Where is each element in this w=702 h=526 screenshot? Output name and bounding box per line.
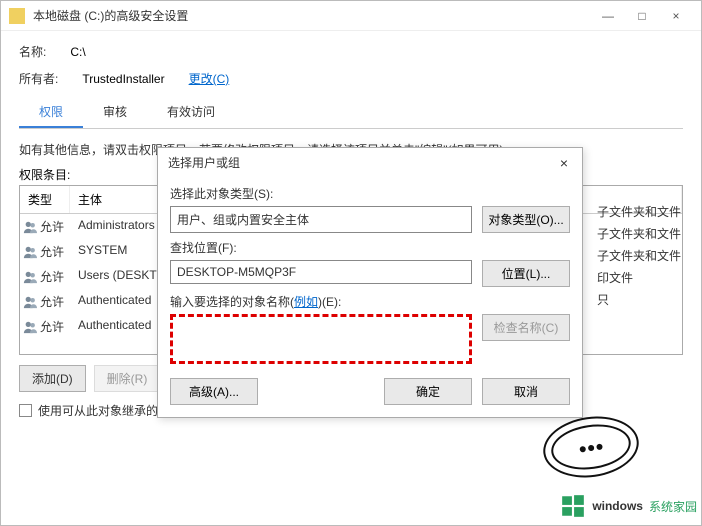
location-button[interactable]: 位置(L)... — [482, 260, 570, 287]
col-type[interactable]: 类型 — [20, 186, 70, 213]
examples-link[interactable]: 例如 — [294, 295, 318, 309]
peek-row: 子文件夹和文件 — [597, 245, 681, 267]
close-button[interactable]: × — [659, 2, 693, 30]
remove-button: 删除(R) — [94, 365, 161, 392]
enter-label-pre: 输入要选择的对象名称( — [170, 295, 294, 309]
users-icon — [23, 270, 37, 284]
peek-row: 子文件夹和文件 — [597, 201, 681, 223]
change-owner-link[interactable]: 更改(C) — [189, 70, 230, 87]
window-title: 本地磁盘 (C:)的高级安全设置 — [33, 7, 591, 24]
watermark-text-b: 系统家园 — [649, 498, 697, 515]
tab-audit[interactable]: 审核 — [83, 97, 147, 128]
watermark-text-a: windows — [592, 499, 643, 513]
object-names-input[interactable] — [170, 314, 472, 364]
owner-label: 所有者: — [19, 70, 58, 87]
ok-button[interactable]: 确定 — [384, 378, 472, 405]
dialog-title: 选择用户或组 — [168, 154, 554, 171]
name-value: C:\ — [70, 45, 85, 59]
tab-bar: 权限 审核 有效访问 — [19, 97, 683, 129]
enter-names-label: 输入要选择的对象名称(例如)(E): — [170, 293, 570, 310]
tab-effective-access[interactable]: 有效访问 — [147, 97, 235, 128]
users-icon — [23, 245, 37, 259]
location-value: DESKTOP-M5MQP3F — [170, 260, 472, 284]
windows-logo-icon — [560, 493, 586, 519]
advanced-button[interactable]: 高级(A)... — [170, 378, 258, 405]
tab-permissions[interactable]: 权限 — [19, 97, 83, 128]
dialog-titlebar: 选择用户或组 × — [158, 148, 582, 179]
peek-row: 只 — [597, 289, 681, 311]
titlebar: 本地磁盘 (C:)的高级安全设置 — □ × — [1, 1, 701, 31]
object-type-label: 选择此对象类型(S): — [170, 185, 570, 202]
enter-label-post: )(E): — [318, 295, 341, 309]
users-icon — [23, 295, 37, 309]
folder-icon — [9, 8, 25, 24]
cancel-button[interactable]: 取消 — [482, 378, 570, 405]
owner-value: TrustedInstaller — [82, 72, 164, 86]
peek-row: 印文件 — [597, 267, 681, 289]
users-icon — [23, 220, 37, 234]
dialog-close-button[interactable]: × — [554, 155, 574, 171]
advanced-security-window: 本地磁盘 (C:)的高级安全设置 — □ × 名称: C:\ 所有者: Trus… — [0, 0, 702, 526]
check-names-button: 检查名称(C) — [482, 314, 570, 341]
select-user-group-dialog: 选择用户或组 × 选择此对象类型(S): 用户、组或内置安全主体 对象类型(O)… — [157, 147, 583, 418]
object-type-value: 用户、组或内置安全主体 — [170, 206, 472, 233]
users-icon — [23, 320, 37, 334]
inherit-checkbox[interactable] — [19, 404, 32, 417]
add-button[interactable]: 添加(D) — [19, 365, 86, 392]
applies-to-peek: 子文件夹和文件 子文件夹和文件 子文件夹和文件 印文件 只 — [597, 201, 681, 311]
watermark: windows 系统家园 — [560, 493, 697, 519]
minimize-button[interactable]: — — [591, 2, 625, 30]
object-type-button[interactable]: 对象类型(O)... — [482, 206, 570, 233]
maximize-button[interactable]: □ — [625, 2, 659, 30]
peek-row: 子文件夹和文件 — [597, 223, 681, 245]
location-label: 查找位置(F): — [170, 239, 570, 256]
name-label: 名称: — [19, 43, 46, 60]
